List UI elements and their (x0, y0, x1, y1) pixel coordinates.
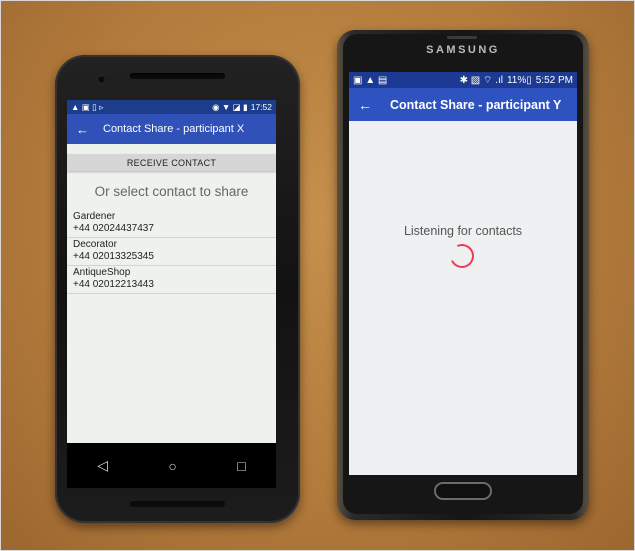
top-speaker (130, 73, 225, 79)
status-bar: ▲ ▣ ▯ ▹ ◉ ▼ ◪ ▮ 17:52 (67, 100, 276, 114)
navigation-bar: ◁ ○ □ (67, 443, 276, 488)
phone-participant-x: ▲ ▣ ▯ ▹ ◉ ▼ ◪ ▮ 17:52 ← Contact Share - … (55, 55, 300, 523)
listening-status: Listening for contacts (403, 224, 523, 238)
list-item[interactable]: AntiqueShop +44 02012213443 (67, 266, 276, 294)
front-camera (97, 75, 106, 84)
contact-phone: +44 02024437437 (73, 223, 154, 234)
brand-logo: SAMSUNG (426, 44, 500, 56)
status-bar: ▣ ▲ ▤ ✱ ▧ ⌔ .ıl 11%▯ 5:52 PM (349, 72, 577, 88)
contact-name: Gardener (73, 211, 116, 222)
earpiece (447, 36, 477, 39)
receive-contact-button[interactable]: RECEIVE CONTACT (67, 154, 276, 171)
nav-home-icon[interactable]: ○ (168, 458, 176, 474)
status-time: 5:52 PM (535, 74, 573, 86)
app-bar: ← Contact Share - participant Y (349, 88, 577, 121)
contact-phone: +44 02012213443 (73, 279, 154, 290)
back-arrow-icon[interactable]: ← (76, 122, 89, 137)
status-icons-left: ▲ ▣ ▯ ▹ (71, 101, 104, 112)
list-item[interactable]: Decorator +44 02013325345 (67, 238, 276, 266)
status-icons-right: ◉ ▼ ◪ ▮ (212, 101, 248, 112)
nav-back-icon[interactable]: ◁ (97, 457, 108, 474)
phone-y-screen: ▣ ▲ ▤ ✱ ▧ ⌔ .ıl 11%▯ 5:52 PM ← Contact S… (349, 72, 577, 475)
app-title: Contact Share - participant X (103, 123, 245, 135)
battery-level: 11%▯ (506, 74, 532, 86)
phone-participant-y: SAMSUNG ▣ ▲ ▤ ✱ ▧ ⌔ .ıl 11%▯ 5:52 PM ← C… (337, 30, 589, 520)
contact-list: Gardener +44 02024437437 Decorator +44 0… (67, 210, 276, 294)
back-arrow-icon[interactable]: ← (358, 97, 372, 113)
status-icons-left: ▣ ▲ ▤ (353, 74, 388, 86)
contact-phone: +44 02013325345 (73, 251, 154, 262)
status-time: 17:52 (250, 102, 272, 112)
phone-x-screen: ▲ ▣ ▯ ▹ ◉ ▼ ◪ ▮ 17:52 ← Contact Share - … (67, 100, 276, 488)
app-title: Contact Share - participant Y (390, 97, 562, 112)
loading-spinner-icon (446, 240, 478, 272)
select-contact-heading: Or select contact to share (94, 184, 249, 199)
nav-recents-icon[interactable]: □ (237, 458, 245, 474)
home-button[interactable] (434, 482, 492, 500)
contact-name: AntiqueShop (73, 267, 131, 278)
contact-name: Decorator (73, 239, 117, 250)
status-icons-right: ✱ ▧ ⌔ .ıl (459, 74, 503, 86)
bottom-speaker (130, 501, 225, 507)
list-item[interactable]: Gardener +44 02024437437 (67, 210, 276, 238)
app-bar: ← Contact Share - participant X (67, 114, 276, 144)
